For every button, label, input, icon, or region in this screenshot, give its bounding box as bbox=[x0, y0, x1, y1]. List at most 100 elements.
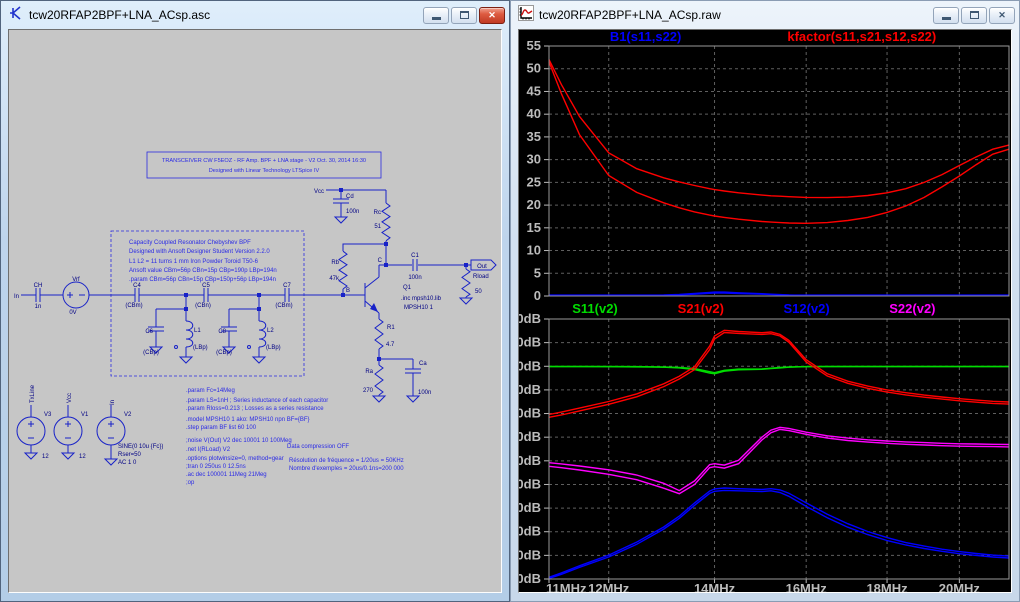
restore-button[interactable] bbox=[451, 6, 477, 24]
x-tick-label: 11MHz bbox=[546, 581, 587, 593]
y-tick-label: 55 bbox=[527, 38, 541, 53]
component-label: 1n bbox=[35, 304, 42, 310]
trace-S11(v2) bbox=[549, 365, 1009, 375]
component-label: Q1 bbox=[403, 285, 412, 291]
minimize-icon bbox=[431, 17, 441, 20]
component-label: Rc bbox=[374, 210, 381, 216]
spice-directive: .param LS=1nH ; Series inductance of eac… bbox=[186, 398, 328, 404]
y-tick-label: 0 bbox=[534, 288, 541, 303]
waveform-window[interactable]: tcw20RFAP2BPF+LNA_ACsp.raw ✕ 55 50 45 40 35 3… bbox=[510, 0, 1020, 602]
waveform-titlebar[interactable]: tcw20RFAP2BPF+LNA_ACsp.raw ✕ bbox=[511, 1, 1019, 28]
component-label: V1 bbox=[81, 412, 89, 418]
schematic-titlebar[interactable]: tcw20RFAP2BPF+LNA_ACsp.asc ✕ bbox=[1, 1, 509, 28]
component-label: 0V bbox=[69, 310, 76, 316]
component-label: B bbox=[346, 288, 350, 294]
component-label: Rb bbox=[331, 260, 339, 266]
schematic-labels: TRANSCEIVER CW F5EOZ - RF Amp. BPF + LNA… bbox=[14, 158, 489, 486]
y-tick-label: -10dB bbox=[519, 382, 541, 397]
legend-S12(v2)[interactable]: S12(v2) bbox=[783, 301, 829, 316]
x-tick-label: 18MHz bbox=[866, 581, 908, 593]
x-tick-label: 14MHz bbox=[694, 581, 736, 593]
minimize-button[interactable] bbox=[933, 6, 959, 24]
component-label: V3 bbox=[44, 412, 52, 418]
pane-border bbox=[548, 45, 1010, 297]
component-label: 12 bbox=[79, 454, 86, 460]
component-label: 47k bbox=[329, 276, 340, 282]
spice-directive: .param Fc=14Meg bbox=[186, 388, 235, 394]
schematic-canvas[interactable]: TRANSCEIVER CW F5EOZ - RF Amp. BPF + LNA… bbox=[8, 29, 502, 593]
component-label: (CBm) bbox=[125, 303, 142, 309]
legend-B1(s11,s22)[interactable]: B1(s11,s22) bbox=[610, 30, 682, 44]
y-tick-label: -50dB bbox=[519, 476, 541, 491]
waveform-doc-icon bbox=[518, 4, 534, 26]
spice-directive: .step param BF list 60 100 bbox=[186, 425, 257, 431]
legend-S11(v2)[interactable]: S11(v2) bbox=[572, 301, 618, 316]
trace-kfactor(s11,s21,s12,s22) bbox=[548, 61, 1010, 225]
y-tick-label: 0dB bbox=[519, 358, 541, 373]
wires bbox=[16, 188, 497, 466]
y-tick-label: 10 bbox=[527, 243, 541, 258]
trace-S12(v2) bbox=[548, 489, 1010, 580]
trace-B1(s11,s22) bbox=[549, 292, 1009, 297]
y-tick-label: 20 bbox=[527, 197, 541, 212]
component-label: 100n bbox=[408, 275, 421, 281]
pane-border bbox=[548, 318, 1010, 580]
close-button[interactable]: ✕ bbox=[479, 6, 505, 24]
legend-S21(v2)[interactable]: S21(v2) bbox=[678, 301, 724, 316]
title-block-line: TRANSCEIVER CW F5EOZ - RF Amp. BPF + LNA… bbox=[162, 158, 366, 164]
component-label: Vcc bbox=[314, 189, 324, 195]
junction-nodes bbox=[184, 188, 468, 361]
component-label: C4 bbox=[133, 283, 141, 289]
y-tick-label: -40dB bbox=[519, 453, 541, 468]
bpf-note-line: L1 L2 = 11 turns 1 mm Iron Powder Toroid… bbox=[129, 259, 259, 265]
title-block-box bbox=[146, 151, 382, 179]
close-button[interactable]: ✕ bbox=[989, 6, 1015, 24]
y-tick-label: 45 bbox=[527, 83, 541, 98]
component-label: Out bbox=[477, 264, 487, 270]
x-tick-label: 16MHz bbox=[786, 581, 828, 593]
component-label: R1 bbox=[387, 325, 395, 331]
y-tick-label: -90dB bbox=[519, 571, 541, 586]
y-tick-label: 50 bbox=[527, 61, 541, 76]
y-tick-label: 20dB bbox=[519, 311, 541, 326]
y-tick-label: -80dB bbox=[519, 547, 541, 562]
component-label: .inc mpsh10.lib bbox=[401, 296, 442, 302]
component-label: TxLine bbox=[30, 384, 36, 403]
spice-directive: ;noise V(Out) V2 dec 10001 10 100Meg bbox=[186, 438, 292, 444]
y-tick-label: 25 bbox=[527, 174, 541, 189]
spice-directive: .net I(RLoad) V2 bbox=[186, 447, 231, 453]
component-label: (CBn) bbox=[195, 303, 211, 309]
component-label: C bbox=[378, 258, 383, 264]
minimize-icon bbox=[941, 17, 951, 20]
component-label: L2 bbox=[267, 328, 274, 334]
annotation: Résolution de fréquence = 1/20us = 50KHz bbox=[289, 458, 404, 464]
restore-button[interactable] bbox=[961, 6, 987, 24]
waveform-canvas[interactable]: 55 50 45 40 35 30 25 20 15 10 5 0 B1(s11,s22) kfactor… bbox=[518, 29, 1012, 593]
component-label: (LBp) bbox=[266, 345, 281, 351]
annotation: Nombre d'exemples = 20us/0.1ns=200 000 bbox=[289, 466, 404, 472]
legend-kfactor(s11,s21,s12,s22)[interactable]: kfactor(s11,s21,s12,s22) bbox=[787, 30, 936, 44]
minimize-button[interactable] bbox=[423, 6, 449, 24]
component-label: Rload bbox=[473, 274, 489, 280]
component-label: C8 bbox=[218, 329, 226, 335]
component-label: (CBp) bbox=[216, 350, 232, 356]
trace-S12(v2) bbox=[548, 487, 1010, 578]
waveform-plot: 5550454035302520151050B1(s11,s22) kfactor… bbox=[519, 30, 1010, 593]
spice-directive: ;tran 0 250us 0 12.5ns bbox=[186, 464, 246, 470]
component-label: CH bbox=[34, 283, 43, 289]
schematic-window[interactable]: tcw20RFAP2BPF+LNA_ACsp.asc ✕ TRANSCEIVER… bbox=[0, 0, 510, 602]
component-label: Vcc bbox=[67, 393, 73, 403]
y-tick-label: 5 bbox=[534, 265, 541, 280]
schematic-drawing: TRANSCEIVER CW F5EOZ - RF Amp. BPF + LNA… bbox=[14, 151, 497, 486]
component-label: Ra bbox=[365, 369, 373, 375]
component-label: Cd bbox=[346, 194, 354, 200]
legend-S22(v2)[interactable]: S22(v2) bbox=[889, 301, 935, 316]
component-label: Rser=50 bbox=[118, 452, 142, 458]
bpf-note-line: Ansoft value CBm=56p CBn=15p CBp=190p LB… bbox=[129, 268, 277, 274]
component-label: (CBp) bbox=[143, 350, 159, 356]
window-title: tcw20RFAP2BPF+LNA_ACsp.asc bbox=[29, 8, 211, 22]
spice-directive: ;op bbox=[186, 480, 195, 486]
title-block-line: Designed with Linear Technology LTSpice … bbox=[209, 168, 320, 174]
component-label: (LBp) bbox=[193, 345, 208, 351]
component-label: 51 bbox=[374, 224, 381, 230]
